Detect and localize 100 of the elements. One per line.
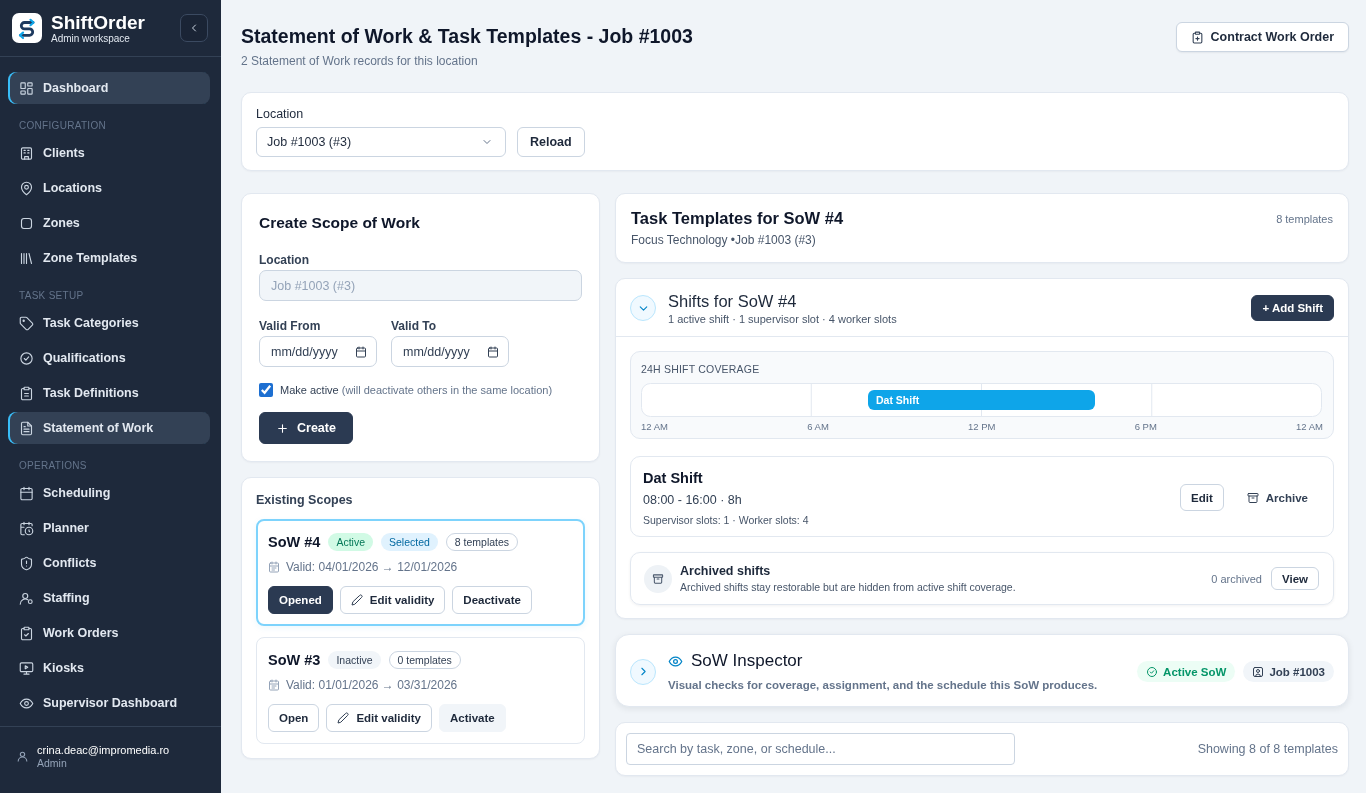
eye-icon: [668, 653, 683, 669]
result-count: Showing 8 of 8 templates: [1197, 742, 1338, 756]
scope-card[interactable]: SoW #4 Active Selected 8 templates Valid: 04/01/2026 → 12/01/2026 Opened Edit validity Deactivate: [256, 519, 585, 626]
contract-work-order-button[interactable]: Contract Work Order: [1175, 22, 1349, 52]
nav-item[interactable]: Conflicts: [8, 547, 210, 579]
eye-icon: [19, 695, 34, 711]
nav-item[interactable]: Clients: [8, 137, 210, 169]
template-count: 8 templates: [1276, 213, 1333, 225]
inspector-description: Visual checks for coverage, assignment, and the schedule this SoW produces.: [668, 678, 1099, 693]
nav-item[interactable]: Work Orders: [8, 617, 210, 649]
page-subtitle: 2 Statement of Work records for this location: [241, 53, 479, 69]
nav-item[interactable]: Scheduling: [8, 477, 210, 509]
field-label: Location: [259, 252, 310, 268]
nav-item[interactable]: Planner: [8, 512, 210, 544]
archived-description: Archived shifts stay restorable but are hidden from active shift coverage.: [680, 580, 1017, 594]
nav-item[interactable]: Task Categories: [8, 307, 210, 339]
location-select[interactable]: Job #1003 (#3): [256, 127, 506, 157]
card-title: SoW Inspector: [691, 650, 803, 672]
brand-subtitle: Admin workspace: [51, 32, 131, 45]
create-button[interactable]: Create: [259, 412, 353, 444]
scope-action-button[interactable]: Open: [268, 704, 320, 732]
view-button[interactable]: View: [1271, 567, 1319, 590]
selected-badge: Selected: [380, 533, 438, 551]
check-circle-icon: [19, 350, 34, 366]
nav-item[interactable]: Kiosks: [8, 652, 210, 684]
clipboard-plus-icon: [1190, 30, 1204, 44]
nav-item[interactable]: Zone Templates: [8, 242, 210, 274]
scope-action-button[interactable]: Deactivate: [452, 586, 532, 614]
calendar-icon[interactable]: [355, 345, 367, 358]
field-label: Valid From: [259, 318, 322, 334]
calendar-icon: [19, 485, 34, 501]
add-shift-button[interactable]: + Add Shift: [1251, 295, 1334, 321]
plus-icon: [276, 421, 289, 435]
nav-item[interactable]: Locations: [8, 172, 210, 204]
user-icon: [16, 750, 29, 763]
person-icon: [1252, 665, 1265, 678]
page-title: Statement of Work & Task Templates - Job #1003: [241, 24, 693, 49]
card-title: Shifts for SoW #4: [668, 291, 798, 312]
field-label: Location: [256, 106, 305, 122]
logo-icon: [12, 13, 42, 43]
scope-action-button[interactable]: Edit validity: [326, 704, 432, 732]
search-field[interactable]: Search by task, zone, or schedule...: [626, 733, 1015, 765]
monitor-icon: [19, 660, 34, 676]
map-pin-icon: [19, 180, 34, 196]
check-circle-icon: [1146, 665, 1159, 678]
nav-item[interactable]: Supervisor Dashboard: [8, 687, 210, 719]
checkbox-label: Make active (will deactivate others in the same location): [280, 383, 553, 398]
axis-tick-label: 6 PM: [1134, 421, 1157, 433]
bar-label: Dat Shift: [876, 394, 920, 406]
user-role: Admin: [37, 757, 68, 770]
calendar-clock-icon: [19, 520, 34, 536]
scope-action-button[interactable]: Edit validity: [339, 586, 446, 614]
square-icon: [19, 215, 34, 231]
document-icon: [19, 420, 34, 436]
nav-section-heading: CONFIGURATION: [18, 119, 108, 133]
brand-name: ShiftOrder: [51, 11, 146, 33]
shift-bar[interactable]: [868, 390, 1095, 410]
nav-section-heading: OPERATIONS: [18, 459, 88, 473]
badge-text: Active SoW: [1163, 665, 1227, 678]
template-count-badge: 0 templates: [388, 651, 461, 669]
scope-title: SoW #3: [268, 652, 321, 668]
card-title: Existing Scopes: [256, 492, 354, 508]
archive-icon: [644, 564, 672, 593]
nav-item[interactable]: Statement of Work: [8, 412, 210, 444]
collapse-toggle[interactable]: [630, 295, 656, 321]
panel-title: 24H SHIFT COVERAGE: [641, 362, 761, 376]
shift-slots: Supervisor slots: 1 · Worker slots: 4: [643, 513, 809, 527]
template-count-badge: 8 templates: [445, 533, 519, 551]
person-icon: [19, 590, 34, 606]
shift-summary: 1 active shift · 1 supervisor slot · 4 worker slots: [668, 312, 898, 326]
collapse-sidebar-button[interactable]: [180, 14, 208, 42]
books-icon: [19, 250, 34, 266]
scope-action-button[interactable]: Opened: [268, 586, 333, 614]
calendar-icon[interactable]: [487, 345, 499, 358]
nav-item[interactable]: Staffing: [8, 582, 210, 614]
reload-button[interactable]: Reload: [517, 127, 585, 157]
card-subtitle: Focus Technology •Job #1003 (#3): [631, 232, 817, 248]
clipboard-check-icon: [19, 625, 34, 641]
nav-item[interactable]: Task Definitions: [8, 377, 210, 409]
nav-item[interactable]: Dashboard: [8, 72, 210, 104]
calendar-icon: [268, 679, 280, 691]
clipboard-icon: [19, 385, 34, 401]
axis-tick-label: 6 AM: [807, 421, 829, 433]
validity-text: Valid: 01/01/2026 → 03/31/2026: [286, 677, 458, 693]
date-field[interactable]: mm/dd/yyyy: [259, 336, 377, 367]
card-title: Create Scope of Work: [259, 213, 421, 233]
axis-tick-label: 12 AM: [641, 421, 668, 433]
date-field[interactable]: mm/dd/yyyy: [391, 336, 509, 367]
nav-item[interactable]: Zones: [8, 207, 210, 239]
shift-name: Dat Shift: [643, 469, 704, 488]
status-badge: Inactive: [328, 651, 381, 669]
edit-button[interactable]: Edit: [1180, 484, 1224, 511]
archive-button[interactable]: Archive: [1235, 484, 1319, 511]
expand-toggle[interactable]: [630, 658, 656, 685]
checkbox[interactable]: [259, 383, 273, 397]
scope-action-button[interactable]: Activate: [438, 704, 506, 732]
nav-item[interactable]: Qualifications: [8, 342, 210, 374]
axis-tick-label: 12 PM: [968, 421, 996, 433]
scope-card[interactable]: SoW #3 Inactive 0 templates Valid: 01/01/2026 → 03/31/2026 Open Edit validity Activate: [256, 637, 585, 744]
pencil-icon: [350, 594, 363, 606]
